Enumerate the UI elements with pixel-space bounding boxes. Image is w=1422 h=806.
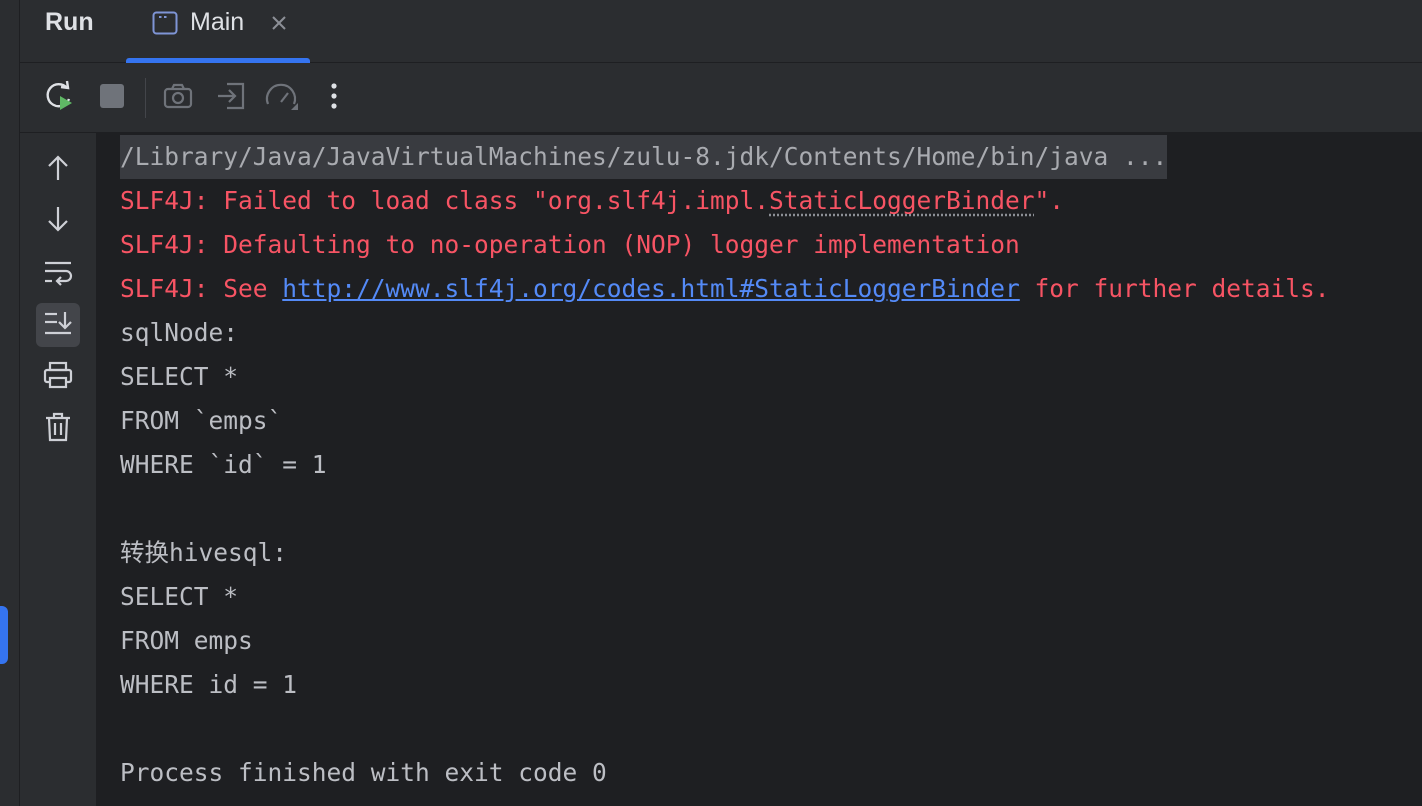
error-text: ". (1034, 186, 1065, 215)
rerun-button[interactable] (43, 79, 77, 118)
previous-occurrence-button[interactable] (36, 148, 80, 192)
console-output-line: FROM emps (120, 626, 253, 655)
console-output-line: FROM `emps` (120, 406, 283, 435)
clear-all-button[interactable] (36, 407, 80, 451)
exit-icon (215, 80, 247, 117)
console-error-line: SLF4J: Failed to load class "org.slf4j.i… (120, 179, 1064, 223)
more-options-icon (329, 81, 339, 116)
process-exit-line: Process finished with exit code 0 (120, 758, 607, 787)
panel-title: Run (45, 8, 94, 36)
print-button[interactable] (36, 355, 80, 399)
tab-bar: Run Main (20, 0, 1422, 63)
more-options-button[interactable] (317, 81, 351, 115)
arrow-down-icon (45, 204, 71, 239)
stop-icon (98, 82, 126, 115)
console-output-line: WHERE `id` = 1 (120, 450, 327, 479)
console-error-line: SLF4J: See http://www.slf4j.org/codes.ht… (120, 267, 1330, 311)
console-output-line: 转换hivesql: (120, 538, 288, 567)
console-error-line: SLF4J: Defaulting to no-operation (NOP) … (120, 230, 1020, 259)
soft-wrap-icon (42, 258, 74, 291)
next-occurrence-button[interactable] (36, 199, 80, 243)
run-toolbar (20, 63, 1422, 133)
console-output[interactable]: /Library/Java/JavaVirtualMachines/zulu-8… (96, 133, 1422, 806)
profiler-icon (264, 80, 300, 117)
console-output-line: SELECT * (120, 362, 239, 391)
console-output-line: sqlNode: (120, 318, 239, 347)
scroll-to-end-button[interactable] (36, 303, 80, 347)
console-output-line: SELECT * (120, 582, 239, 611)
error-class-name: StaticLoggerBinder (769, 186, 1035, 215)
error-text: SLF4J: Failed to load class "org.slf4j.i… (120, 186, 770, 215)
dump-threads-button[interactable] (161, 81, 195, 115)
exit-button[interactable] (214, 81, 248, 115)
scroll-to-end-icon (42, 309, 74, 342)
console-side-toolbar (20, 133, 96, 806)
profiler-button[interactable] (265, 81, 299, 115)
toolbar-separator (145, 78, 146, 118)
error-text: for further details. (1019, 274, 1330, 303)
console-command-line[interactable]: /Library/Java/JavaVirtualMachines/zulu-8… (120, 135, 1168, 179)
rerun-icon (43, 79, 77, 118)
print-icon (42, 360, 74, 395)
slf4j-docs-link[interactable]: http://www.slf4j.org/codes.html#StaticLo… (282, 274, 1020, 303)
arrow-up-icon (45, 153, 71, 188)
stop-button[interactable] (95, 81, 129, 115)
tab-main[interactable]: Main (126, 0, 310, 63)
console-output-line: WHERE id = 1 (120, 670, 298, 699)
error-text: SLF4J: See (120, 274, 283, 303)
console-tab-icon (152, 11, 178, 35)
run-tool-window: Run Main /Library/Java/JavaVirtualMachin… (0, 0, 1422, 806)
close-icon[interactable] (268, 12, 290, 34)
left-gutter (0, 0, 20, 806)
tab-main-label: Main (190, 8, 245, 36)
trash-icon (44, 411, 72, 448)
soft-wrap-button[interactable] (36, 252, 80, 296)
camera-icon (162, 80, 194, 117)
gutter-marker (0, 606, 8, 664)
